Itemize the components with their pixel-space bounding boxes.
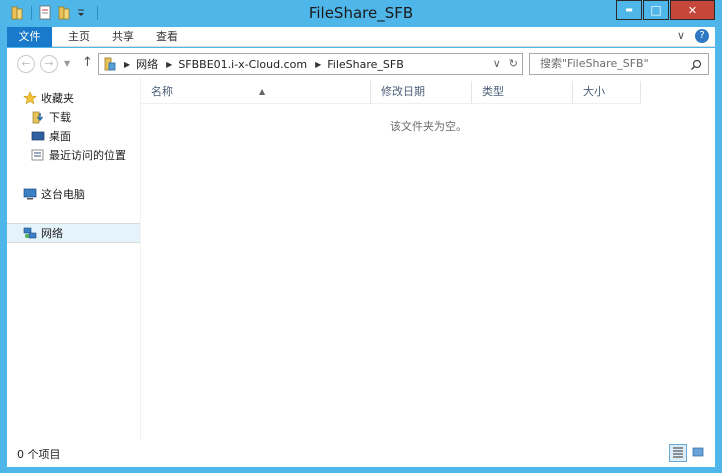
ribbon-tabs: 文件 主页 共享 查看 ∨ ? [7,27,715,47]
help-icon[interactable]: ? [695,29,709,43]
minimize-icon: ▬ [625,5,633,14]
empty-folder-message: 该文件夹为空。 [390,120,467,133]
nav-downloads-label: 下载 [49,111,71,124]
nav-desktop-label: 桌面 [49,130,71,143]
column-header-name[interactable]: 名称 ▲ [141,81,371,103]
forward-button[interactable]: → [40,55,58,73]
column-type-label: 类型 [482,85,504,98]
recent-places-icon [31,148,45,162]
nav-downloads[interactable]: 下载 [7,107,140,127]
large-icons-view-icon [692,446,704,461]
nav-favorites[interactable]: 收藏夹 [7,88,140,108]
nav-network-label: 网络 [41,227,63,240]
column-header-size[interactable]: 大小 [573,81,641,103]
large-icons-view-button[interactable] [689,444,707,462]
tab-home[interactable]: 主页 [59,27,99,47]
address-bar[interactable]: ▶ 网络 ▶ SFBBE01.i-x-Cloud.com ▶ FileShare… [98,53,523,75]
maximize-button[interactable]: □ [643,0,669,20]
navigation-bar: ← → ▼ ↑ ▶ 网络 ▶ SFBBE01.i-x-Cloud.com ▶ F… [7,48,715,78]
downloads-icon [31,110,45,124]
breadcrumb-server[interactable]: SFBBE01.i-x-Cloud.com [178,58,307,71]
search-box[interactable]: 搜索"FileShare_SFB" [529,53,709,75]
computer-icon [23,187,37,201]
nav-recent-places-label: 最近访问的位置 [49,149,126,162]
nav-recent-places[interactable]: 最近访问的位置 [7,145,140,165]
details-view-button[interactable] [669,444,687,462]
nav-network[interactable]: 网络 [7,223,140,243]
view-switcher [669,444,707,462]
address-tools: ∨ ↻ [493,57,518,70]
status-bar: 0 个项目 [7,440,715,467]
tab-file[interactable]: 文件 [7,27,52,47]
network-icon [23,226,37,240]
breadcrumb-network[interactable]: 网络 [136,56,158,72]
column-date-label: 修改日期 [381,85,425,98]
close-icon: ✕ [687,3,698,17]
nav-this-pc[interactable]: 这台电脑 [7,184,140,204]
window-title: FileShare_SFB [308,4,414,22]
minimize-button[interactable]: ▬ [616,0,642,20]
navigation-pane: 收藏夹 下载 桌面 最近访问的位置 这台电脑 网络 [7,78,140,440]
window-controls: ▬ □ ✕ [616,0,715,20]
column-name-label: 名称 [151,85,173,98]
header-divider [141,103,641,104]
breadcrumb-separator-icon[interactable]: ▶ [166,60,172,69]
network-folder-icon [104,57,116,71]
search-placeholder: 搜索"FileShare_SFB" [540,57,649,70]
address-history-icon[interactable]: ∨ [493,57,501,70]
tab-view[interactable]: 查看 [147,27,187,47]
nav-this-pc-label: 这台电脑 [41,188,85,201]
breadcrumb-separator-icon[interactable]: ▶ [124,60,130,69]
up-button[interactable]: ↑ [82,55,93,70]
details-view-icon [672,446,684,461]
sort-ascending-icon: ▲ [259,87,266,96]
search-icon[interactable] [690,58,702,78]
column-size-label: 大小 [583,85,605,98]
desktop-icon [31,129,45,143]
nav-favorites-label: 收藏夹 [41,92,74,105]
explorer-window: FileShare_SFB ▬ □ ✕ 文件 主页 共享 查看 ∨ ? ← → [0,0,722,473]
breadcrumb-separator-icon[interactable]: ▶ [315,60,321,69]
file-list[interactable]: 名称 ▲ 修改日期 类型 大小 该文件夹为空。 [140,78,715,440]
recent-locations-dropdown[interactable]: ▼ [64,59,70,68]
breadcrumb-share[interactable]: FileShare_SFB [327,58,404,71]
tab-share[interactable]: 共享 [103,27,143,47]
nav-desktop[interactable]: 桌面 [7,126,140,146]
maximize-icon: □ [650,3,662,17]
back-arrow-icon: ← [21,57,31,70]
star-icon [23,91,37,105]
back-button[interactable]: ← [17,55,35,73]
refresh-icon[interactable]: ↻ [509,57,518,70]
column-header-type[interactable]: 类型 [472,81,573,103]
close-button[interactable]: ✕ [670,0,715,20]
ribbon-right-controls: ∨ ? [677,29,709,43]
forward-arrow-icon: → [44,57,54,70]
ribbon-expand-icon[interactable]: ∨ [677,29,685,43]
item-count: 0 个项目 [17,448,61,461]
title-bar: FileShare_SFB ▬ □ ✕ [0,0,722,27]
column-header-date-modified[interactable]: 修改日期 [371,81,472,103]
